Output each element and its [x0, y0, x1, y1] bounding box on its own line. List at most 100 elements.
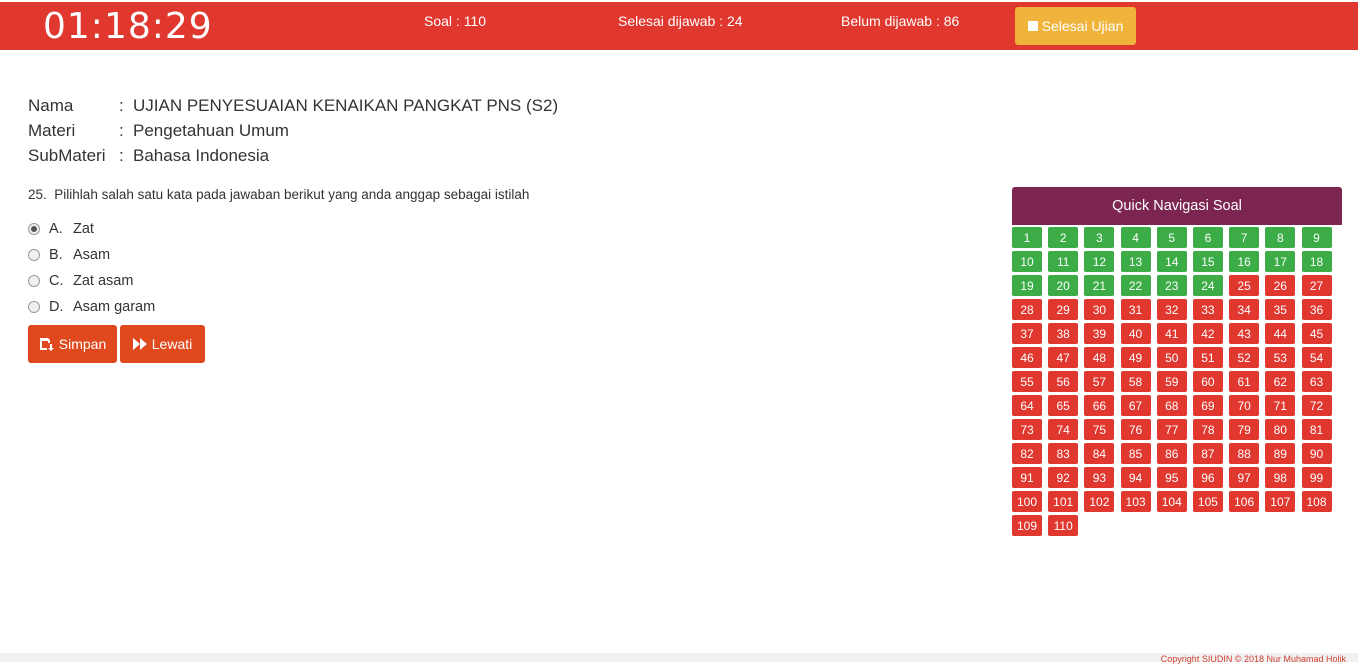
question-nav-button[interactable]: 52: [1229, 347, 1260, 368]
question-nav-button[interactable]: 98: [1265, 467, 1296, 488]
question-nav-button[interactable]: 23: [1156, 275, 1187, 296]
question-nav-button[interactable]: 2: [1048, 227, 1079, 248]
question-nav-button[interactable]: 24: [1192, 275, 1223, 296]
question-nav-button[interactable]: 56: [1048, 371, 1079, 392]
question-nav-button[interactable]: 71: [1265, 395, 1296, 416]
question-nav-button[interactable]: 13: [1120, 251, 1151, 272]
question-nav-button[interactable]: 97: [1229, 467, 1260, 488]
question-nav-button[interactable]: 84: [1084, 443, 1115, 464]
question-nav-button[interactable]: 100: [1012, 491, 1042, 512]
option-radio[interactable]: [28, 275, 40, 287]
option-c[interactable]: C. Zat asam: [28, 268, 155, 294]
question-nav-button[interactable]: 87: [1192, 443, 1223, 464]
question-nav-button[interactable]: 3: [1084, 227, 1115, 248]
question-nav-button[interactable]: 70: [1229, 395, 1260, 416]
question-nav-button[interactable]: 41: [1156, 323, 1187, 344]
question-nav-button[interactable]: 38: [1048, 323, 1079, 344]
question-nav-button[interactable]: 58: [1120, 371, 1151, 392]
question-nav-button[interactable]: 44: [1265, 323, 1296, 344]
question-nav-button[interactable]: 32: [1156, 299, 1187, 320]
question-nav-button[interactable]: 108: [1301, 491, 1332, 512]
question-nav-button[interactable]: 51: [1192, 347, 1223, 368]
question-nav-button[interactable]: 49: [1120, 347, 1151, 368]
question-nav-button[interactable]: 30: [1084, 299, 1115, 320]
question-nav-button[interactable]: 33: [1192, 299, 1223, 320]
question-nav-button[interactable]: 4: [1120, 227, 1151, 248]
question-nav-button[interactable]: 29: [1048, 299, 1079, 320]
question-nav-button[interactable]: 37: [1012, 323, 1042, 344]
question-nav-button[interactable]: 59: [1156, 371, 1187, 392]
question-nav-button[interactable]: 67: [1120, 395, 1151, 416]
question-nav-button[interactable]: 45: [1301, 323, 1332, 344]
question-nav-button[interactable]: 42: [1192, 323, 1223, 344]
question-nav-button[interactable]: 101: [1048, 491, 1079, 512]
option-d[interactable]: D. Asam garam: [28, 294, 155, 320]
question-nav-button[interactable]: 86: [1156, 443, 1187, 464]
question-nav-button[interactable]: 66: [1084, 395, 1115, 416]
question-nav-button[interactable]: 103: [1120, 491, 1151, 512]
question-nav-button[interactable]: 90: [1301, 443, 1332, 464]
save-button[interactable]: Simpan: [28, 325, 117, 363]
question-nav-button[interactable]: 81: [1301, 419, 1332, 440]
question-nav-button[interactable]: 65: [1048, 395, 1079, 416]
question-nav-button[interactable]: 94: [1120, 467, 1151, 488]
question-nav-button[interactable]: 8: [1265, 227, 1296, 248]
question-nav-button[interactable]: 27: [1301, 275, 1332, 296]
question-nav-button[interactable]: 62: [1265, 371, 1296, 392]
question-nav-button[interactable]: 95: [1156, 467, 1187, 488]
question-nav-button[interactable]: 35: [1265, 299, 1296, 320]
question-nav-button[interactable]: 80: [1265, 419, 1296, 440]
question-nav-button[interactable]: 82: [1012, 443, 1042, 464]
question-nav-button[interactable]: 92: [1048, 467, 1079, 488]
question-nav-button[interactable]: 53: [1265, 347, 1296, 368]
question-nav-button[interactable]: 10: [1012, 251, 1042, 272]
question-nav-button[interactable]: 106: [1229, 491, 1260, 512]
question-nav-button[interactable]: 28: [1012, 299, 1042, 320]
question-nav-button[interactable]: 102: [1084, 491, 1115, 512]
question-nav-button[interactable]: 19: [1012, 275, 1042, 296]
question-nav-button[interactable]: 6: [1192, 227, 1223, 248]
option-radio[interactable]: [28, 301, 40, 313]
question-nav-button[interactable]: 7: [1229, 227, 1260, 248]
question-nav-button[interactable]: 46: [1012, 347, 1042, 368]
question-nav-button[interactable]: 26: [1265, 275, 1296, 296]
question-nav-button[interactable]: 85: [1120, 443, 1151, 464]
question-nav-button[interactable]: 107: [1265, 491, 1296, 512]
question-nav-button[interactable]: 110: [1048, 515, 1079, 536]
question-nav-button[interactable]: 88: [1229, 443, 1260, 464]
question-nav-button[interactable]: 83: [1048, 443, 1079, 464]
question-nav-button[interactable]: 34: [1229, 299, 1260, 320]
question-nav-button[interactable]: 18: [1301, 251, 1332, 272]
question-nav-button[interactable]: 47: [1048, 347, 1079, 368]
question-nav-button[interactable]: 17: [1265, 251, 1296, 272]
question-nav-button[interactable]: 22: [1120, 275, 1151, 296]
question-nav-button[interactable]: 109: [1012, 515, 1042, 536]
question-nav-button[interactable]: 9: [1301, 227, 1332, 248]
question-nav-button[interactable]: 54: [1301, 347, 1332, 368]
question-nav-button[interactable]: 40: [1120, 323, 1151, 344]
question-nav-button[interactable]: 55: [1012, 371, 1042, 392]
question-nav-button[interactable]: 72: [1301, 395, 1332, 416]
skip-button[interactable]: Lewati: [120, 325, 205, 363]
question-nav-button[interactable]: 73: [1012, 419, 1042, 440]
question-nav-button[interactable]: 68: [1156, 395, 1187, 416]
option-b[interactable]: B. Asam: [28, 242, 155, 268]
question-nav-button[interactable]: 79: [1229, 419, 1260, 440]
question-nav-button[interactable]: 69: [1192, 395, 1223, 416]
question-nav-button[interactable]: 31: [1120, 299, 1151, 320]
question-nav-button[interactable]: 93: [1084, 467, 1115, 488]
question-nav-button[interactable]: 64: [1012, 395, 1042, 416]
question-nav-button[interactable]: 15: [1192, 251, 1223, 272]
question-nav-button[interactable]: 11: [1048, 251, 1079, 272]
question-nav-button[interactable]: 105: [1192, 491, 1223, 512]
question-nav-button[interactable]: 63: [1301, 371, 1332, 392]
question-nav-button[interactable]: 25: [1229, 275, 1260, 296]
question-nav-button[interactable]: 20: [1048, 275, 1079, 296]
question-nav-button[interactable]: 21: [1084, 275, 1115, 296]
question-nav-button[interactable]: 12: [1084, 251, 1115, 272]
question-nav-button[interactable]: 99: [1301, 467, 1332, 488]
question-nav-button[interactable]: 16: [1229, 251, 1260, 272]
question-nav-button[interactable]: 1: [1012, 227, 1042, 248]
question-nav-button[interactable]: 89: [1265, 443, 1296, 464]
option-a[interactable]: A. Zat: [28, 216, 155, 242]
